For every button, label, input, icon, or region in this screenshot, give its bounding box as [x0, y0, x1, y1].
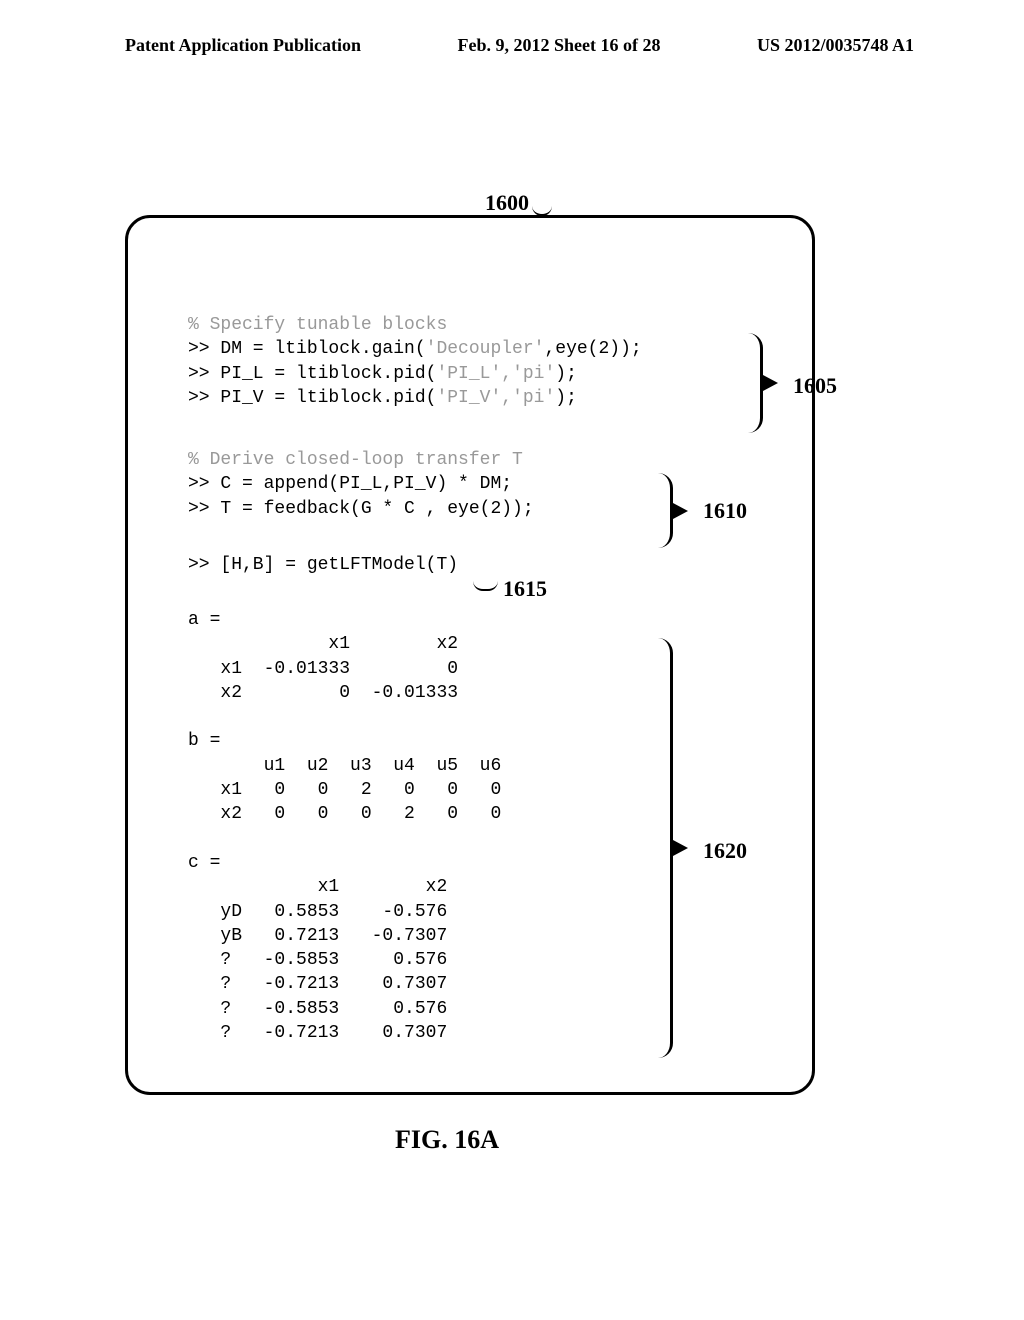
code-block-1615: >> [H,B] = getLFTModel(T): [188, 553, 458, 577]
header-center: Feb. 9, 2012 Sheet 16 of 28: [458, 35, 661, 56]
code-panel: % Specify tunable blocks >> DM = ltibloc…: [125, 215, 815, 1095]
callout-arc-1615: [473, 581, 498, 591]
callout-1620: 1620: [703, 838, 747, 864]
figure-caption: FIG. 16A: [395, 1125, 499, 1155]
figure-reference-1600: 1600: [485, 190, 552, 216]
brace-1620: [658, 638, 673, 1058]
brace-1605: [748, 333, 763, 433]
header-left: Patent Application Publication: [125, 35, 361, 56]
callout-1610: 1610: [703, 498, 747, 524]
header-right: US 2012/0035748 A1: [757, 35, 914, 56]
code-block-1610: % Derive closed-loop transfer T >> C = a…: [188, 448, 534, 521]
brace-1610: [658, 473, 673, 548]
code-block-1620: a = x1 x2 x1 -0.01333 0 x2 0 -0.01333 b …: [188, 608, 501, 1045]
code-block-1605: % Specify tunable blocks >> DM = ltibloc…: [188, 313, 642, 410]
callout-1605: 1605: [793, 373, 837, 399]
callout-1615: 1615: [503, 576, 547, 602]
